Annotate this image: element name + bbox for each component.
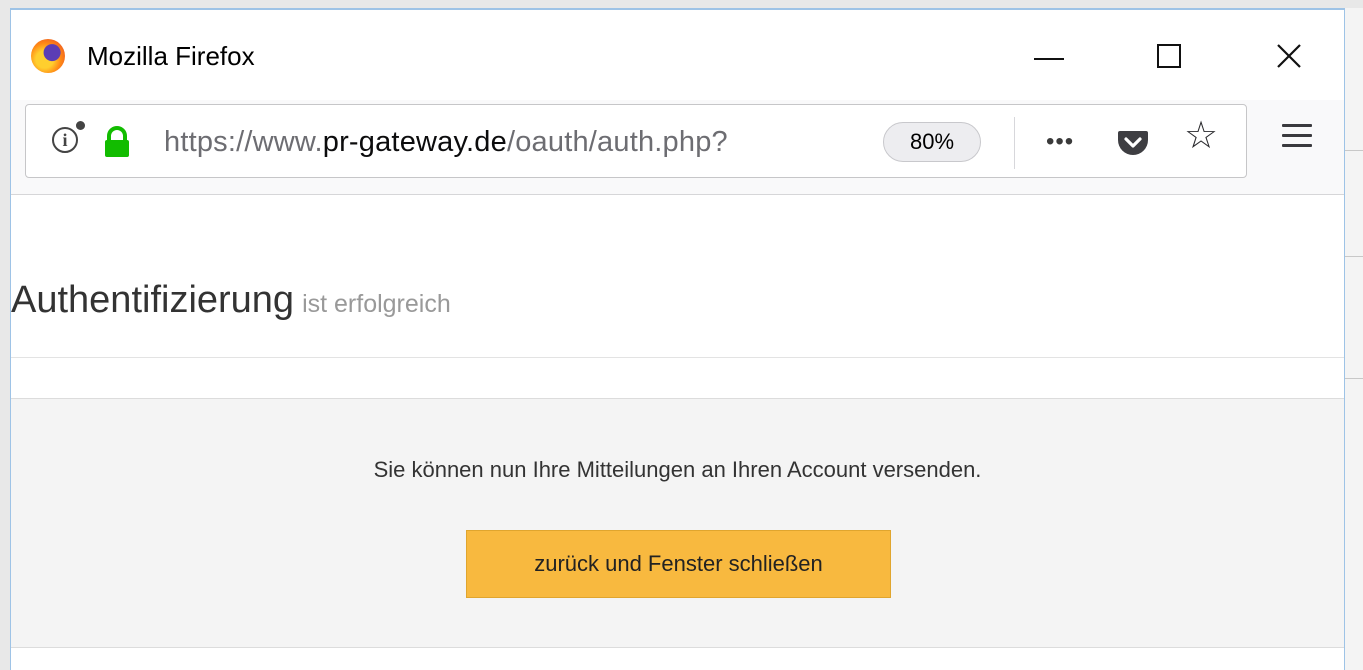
permission-dot-icon	[76, 121, 85, 130]
minimize-icon	[1034, 58, 1064, 60]
maximize-icon	[1157, 44, 1181, 68]
window-title: Mozilla Firefox	[87, 41, 255, 71]
maximize-button[interactable]	[1139, 30, 1199, 82]
page-title: Authentifizierung	[11, 279, 295, 321]
url-prefix: https://www.	[164, 126, 323, 158]
close-window-button[interactable]: zurück und Fenster schließen	[466, 530, 891, 598]
url-path: /oauth/auth.php?	[506, 126, 728, 158]
url-text[interactable]: https://www.pr-gateway.de/oauth/auth.php…	[164, 126, 728, 159]
minimize-button[interactable]	[1019, 30, 1079, 82]
title-bar: Mozilla Firefox	[11, 10, 1344, 100]
close-button[interactable]	[1259, 30, 1319, 82]
page-actions-more-icon[interactable]: •••	[1046, 128, 1074, 156]
close-icon	[1277, 44, 1301, 68]
page-heading: Authentifizierung ist erfolgreich	[11, 279, 451, 322]
zoom-level-button[interactable]: 80%	[883, 122, 981, 162]
site-info-icon[interactable]: i	[52, 127, 78, 153]
url-bar-separator	[1014, 117, 1015, 169]
pocket-icon[interactable]	[1116, 125, 1150, 159]
background-window-edge	[1345, 8, 1363, 670]
bookmark-star-icon[interactable]: ☆	[1184, 117, 1218, 155]
url-host: pr-gateway.de	[322, 126, 507, 158]
url-bar[interactable]: i https://www.pr-gateway.de/oauth/auth.p…	[25, 104, 1247, 178]
message-panel: Sie können nun Ihre Mitteilungen an Ihre…	[11, 398, 1344, 648]
page-content: Authentifizierung ist erfolgreich Sie kön…	[11, 195, 1344, 670]
lock-icon[interactable]	[100, 125, 134, 159]
divider	[11, 357, 1344, 358]
navigation-toolbar: i https://www.pr-gateway.de/oauth/auth.p…	[11, 100, 1344, 195]
firefox-logo-icon	[31, 39, 65, 73]
success-message: Sie können nun Ihre Mitteilungen an Ihre…	[373, 457, 982, 482]
browser-window: Mozilla Firefox i https://www.pr-gateway…	[10, 8, 1345, 670]
page-subtitle: ist erfolgreich	[302, 290, 451, 318]
hamburger-menu-icon[interactable]	[1282, 124, 1312, 148]
